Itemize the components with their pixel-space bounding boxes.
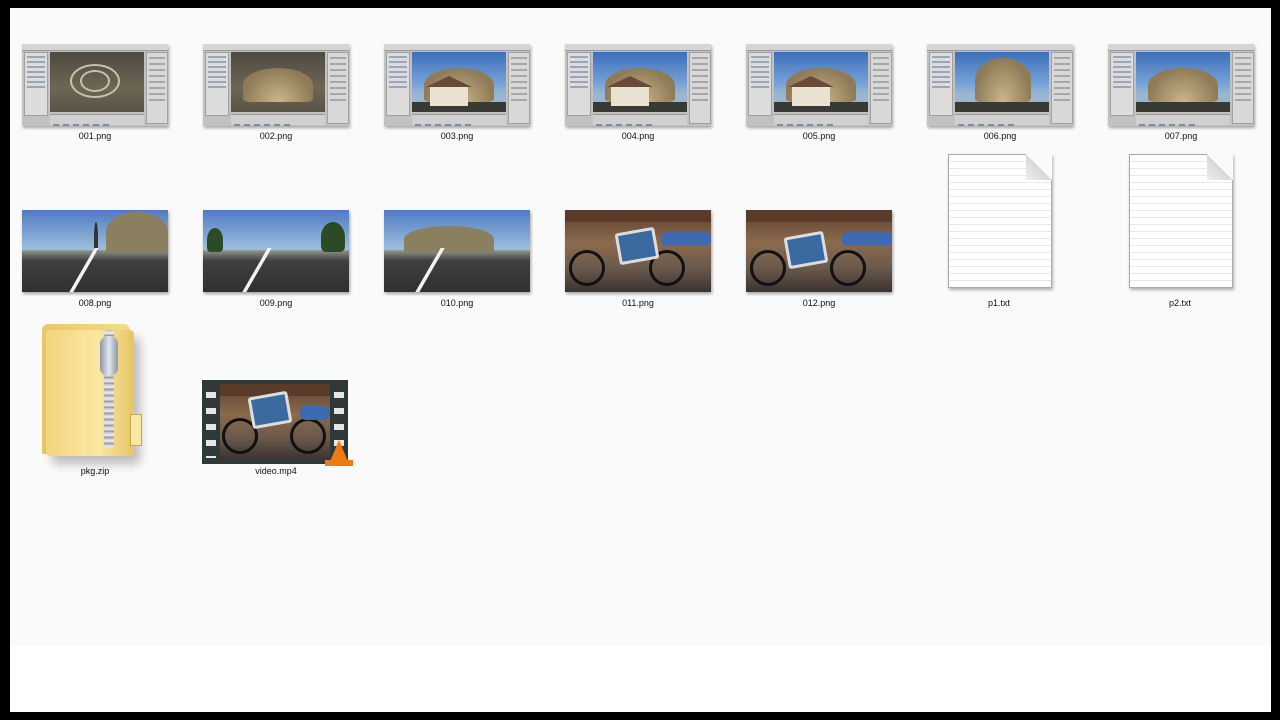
file-name: 010.png bbox=[440, 298, 474, 308]
file-item-pkg-zip[interactable]: pkg.zip bbox=[20, 8, 170, 488]
thumbnail-image bbox=[384, 210, 530, 292]
file-name: video.mp4 bbox=[255, 466, 297, 476]
file-item-012[interactable]: 012.png bbox=[744, 8, 894, 308]
file-item-010[interactable]: 010.png bbox=[382, 8, 532, 308]
file-item-video-mp4[interactable]: video.mp4 bbox=[201, 8, 353, 488]
file-item-p2-txt[interactable]: p2.txt bbox=[1101, 8, 1251, 308]
video-file-icon bbox=[202, 380, 348, 464]
file-item-p1-txt[interactable]: p1.txt bbox=[920, 8, 1070, 308]
file-name: 011.png bbox=[622, 298, 654, 308]
file-name: p1.txt bbox=[987, 298, 1010, 308]
file-name: 012.png bbox=[802, 298, 836, 308]
file-view: 001.png 002.png 003.png 004.png 005.png … bbox=[10, 8, 1271, 646]
file-name: p2.txt bbox=[1168, 298, 1191, 308]
zip-folder-icon bbox=[42, 314, 162, 456]
text-file-icon bbox=[1129, 154, 1233, 288]
thumbnail-image bbox=[746, 210, 892, 292]
vlc-cone-icon bbox=[325, 440, 353, 466]
thumbnail-image bbox=[565, 210, 711, 292]
file-name: pkg.zip bbox=[80, 466, 110, 476]
file-item-011[interactable]: 011.png bbox=[563, 8, 713, 308]
window-frame: 001.png 002.png 003.png 004.png 005.png … bbox=[10, 8, 1271, 712]
text-file-icon bbox=[948, 154, 1052, 288]
